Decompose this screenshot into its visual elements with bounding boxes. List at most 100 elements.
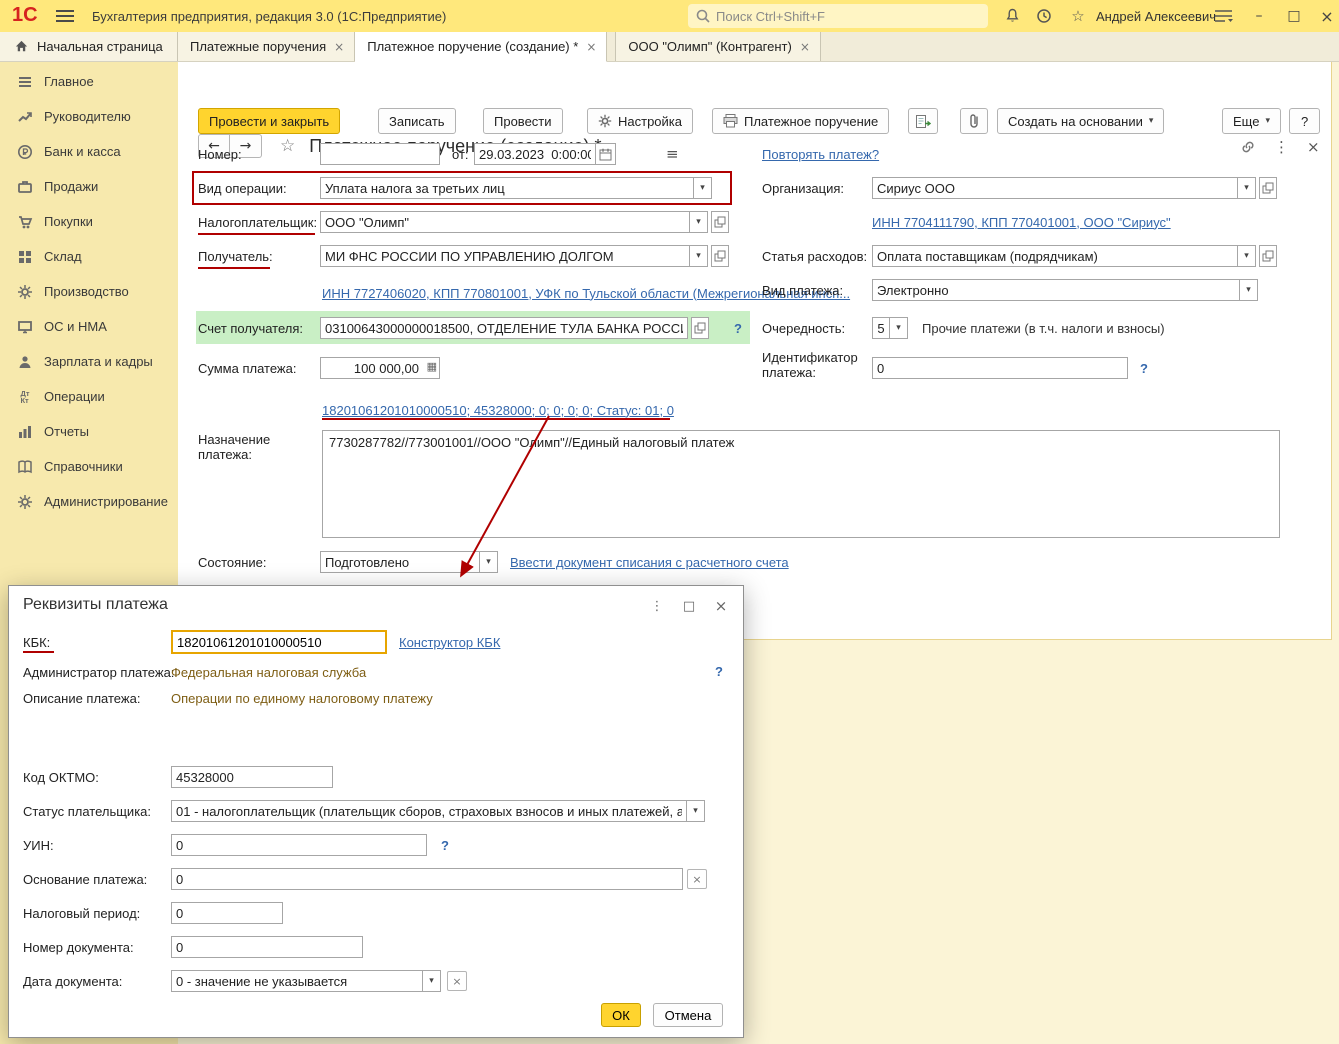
enter-writeoff-document-link[interactable]: Ввести документ списания с расчетного сч…: [510, 555, 789, 570]
settings-button[interactable]: Настройка: [587, 108, 693, 134]
payment-basis-input[interactable]: [171, 868, 683, 890]
post-and-close-button[interactable]: Провести и закрыть: [198, 108, 340, 134]
state-dropdown-button[interactable]: ▾: [480, 551, 498, 573]
date-input[interactable]: [474, 143, 596, 165]
payer-status-input[interactable]: [171, 800, 687, 822]
tab-close-icon[interactable]: ×: [586, 40, 596, 54]
copy-link-icon[interactable]: [1240, 139, 1256, 155]
attachments-paperclip-button[interactable]: [960, 108, 988, 134]
window-maximize-button[interactable]: □: [1283, 6, 1305, 26]
tools-menu-icon[interactable]: [1212, 7, 1236, 25]
organization-input[interactable]: [872, 177, 1238, 199]
calculator-icon[interactable]: ▦: [427, 360, 437, 373]
global-search[interactable]: [688, 4, 988, 28]
cancel-button[interactable]: Отмена: [653, 1003, 723, 1027]
sidebar-item-prodazhi[interactable]: Продажи: [0, 169, 178, 204]
doc-number-input[interactable]: [171, 936, 363, 958]
tab-counterparty-olimp[interactable]: ООО "Олимп" (Контрагент) ×: [615, 32, 821, 61]
number-input[interactable]: [320, 143, 440, 165]
tab-payment-orders-list[interactable]: Платежные поручения ×: [178, 32, 355, 61]
recipient-account-open-button[interactable]: [691, 317, 709, 339]
recipient-account-input[interactable]: [320, 317, 688, 339]
operation-type-input[interactable]: [320, 177, 694, 199]
doc-date-dropdown-button[interactable]: ▾: [423, 970, 441, 992]
payment-id-input[interactable]: [872, 357, 1128, 379]
list-menu-icon-button[interactable]: ≡: [666, 145, 679, 163]
print-payment-order-button[interactable]: Платежное поручение: [712, 108, 889, 134]
organization-dropdown-button[interactable]: ▾: [1238, 177, 1256, 199]
create-based-on-button[interactable]: Создать на основании▾: [997, 108, 1164, 134]
main-menu-icon[interactable]: [56, 10, 74, 22]
sidebar-item-operatsii[interactable]: ДтКт Операции: [0, 379, 178, 414]
tab-close-icon[interactable]: ×: [800, 40, 810, 54]
calendar-icon-button[interactable]: [596, 143, 616, 165]
recipient-open-button[interactable]: [711, 245, 729, 267]
post-button[interactable]: Провести: [483, 108, 563, 134]
uin-input[interactable]: [171, 834, 427, 856]
expense-item-dropdown-button[interactable]: ▾: [1238, 245, 1256, 267]
account-help-link[interactable]: ?: [734, 321, 742, 336]
send-to-bank-icon-button[interactable]: [908, 108, 938, 134]
recipient-input[interactable]: [320, 245, 690, 267]
payer-status-dropdown-button[interactable]: ▾: [687, 800, 705, 822]
notifications-bell-icon[interactable]: [1002, 7, 1022, 25]
taxpayer-open-button[interactable]: [711, 211, 729, 233]
organization-details-link[interactable]: ИНН 7704111790, КПП 770401001, ООО "Сири…: [872, 215, 1171, 230]
amount-input[interactable]: [320, 357, 440, 379]
payment-id-help-link[interactable]: ?: [1140, 361, 1148, 376]
operation-type-dropdown-button[interactable]: ▾: [694, 177, 712, 199]
expense-item-open-button[interactable]: [1259, 245, 1277, 267]
payment-type-dropdown-button[interactable]: ▾: [1240, 279, 1258, 301]
dialog-close-icon[interactable]: ×: [711, 596, 731, 616]
organization-open-button[interactable]: [1259, 177, 1277, 199]
tax-period-input[interactable]: [171, 902, 283, 924]
kbk-input[interactable]: [171, 630, 387, 654]
kebab-menu-icon[interactable]: ⋮: [1274, 138, 1289, 156]
payment-type-input[interactable]: [872, 279, 1240, 301]
sidebar-item-rukovoditelyu[interactable]: Руководителю: [0, 99, 178, 134]
kbk-constructor-link[interactable]: Конструктор КБК: [399, 635, 500, 650]
tab-home[interactable]: Начальная страница: [0, 32, 178, 61]
kbk-details-link[interactable]: 18201061201010000510; 45328000; 0; 0; 0;…: [322, 403, 674, 418]
sidebar-item-bank-i-kassa[interactable]: Банк и касса: [0, 134, 178, 169]
doc-date-clear-icon-button[interactable]: ×: [447, 971, 467, 991]
ok-button[interactable]: ОК: [601, 1003, 641, 1027]
doc-date-input[interactable]: [171, 970, 423, 992]
tab-close-icon[interactable]: ×: [334, 40, 344, 54]
basis-clear-icon-button[interactable]: ×: [687, 869, 707, 889]
priority-dropdown-button[interactable]: ▾: [890, 317, 908, 339]
form-close-icon[interactable]: ×: [1307, 138, 1320, 156]
more-button[interactable]: Еще▾: [1222, 108, 1281, 134]
sidebar-item-sklad[interactable]: Склад: [0, 239, 178, 274]
oktmo-input[interactable]: [171, 766, 333, 788]
uin-help-link[interactable]: ?: [441, 838, 449, 853]
window-minimize-button[interactable]: –: [1248, 6, 1270, 26]
sidebar-item-os-i-nma[interactable]: ОС и НМА: [0, 309, 178, 344]
sidebar-item-zarplata-i-kadry[interactable]: Зарплата и кадры: [0, 344, 178, 379]
recipient-dropdown-button[interactable]: ▾: [690, 245, 708, 267]
search-input[interactable]: [716, 9, 966, 24]
window-close-button[interactable]: ×: [1316, 6, 1338, 26]
favorites-star-icon[interactable]: ☆: [1068, 7, 1088, 25]
sidebar-item-proizvodstvo[interactable]: Производство: [0, 274, 178, 309]
save-button[interactable]: Записать: [378, 108, 456, 134]
taxpayer-dropdown-button[interactable]: ▾: [690, 211, 708, 233]
current-user[interactable]: Андрей Алексеевич: [1096, 9, 1216, 24]
taxpayer-input[interactable]: [320, 211, 690, 233]
sidebar-item-glavnoe[interactable]: Главное: [0, 64, 178, 99]
expense-item-input[interactable]: [872, 245, 1238, 267]
sidebar-item-administrirovanie[interactable]: Администрирование: [0, 484, 178, 519]
history-clock-icon[interactable]: [1034, 7, 1054, 25]
repeat-payment-link[interactable]: Повторять платеж?: [762, 147, 879, 162]
admin-help-link[interactable]: ?: [715, 664, 723, 679]
purpose-textarea[interactable]: 7730287782//773001001//ООО "Олимп"//Един…: [322, 430, 1280, 538]
priority-input[interactable]: [872, 317, 890, 339]
dialog-maximize-icon[interactable]: □: [679, 596, 699, 616]
sidebar-item-otchety[interactable]: Отчеты: [0, 414, 178, 449]
help-button[interactable]: ?: [1289, 108, 1320, 134]
sidebar-item-spravochniki[interactable]: Справочники: [0, 449, 178, 484]
dialog-kebab-menu-icon[interactable]: ⋮: [647, 596, 667, 616]
tab-payment-order-new[interactable]: Платежное поручение (создание) * ×: [355, 32, 607, 62]
state-input[interactable]: [320, 551, 480, 573]
sidebar-item-pokupki[interactable]: Покупки: [0, 204, 178, 239]
